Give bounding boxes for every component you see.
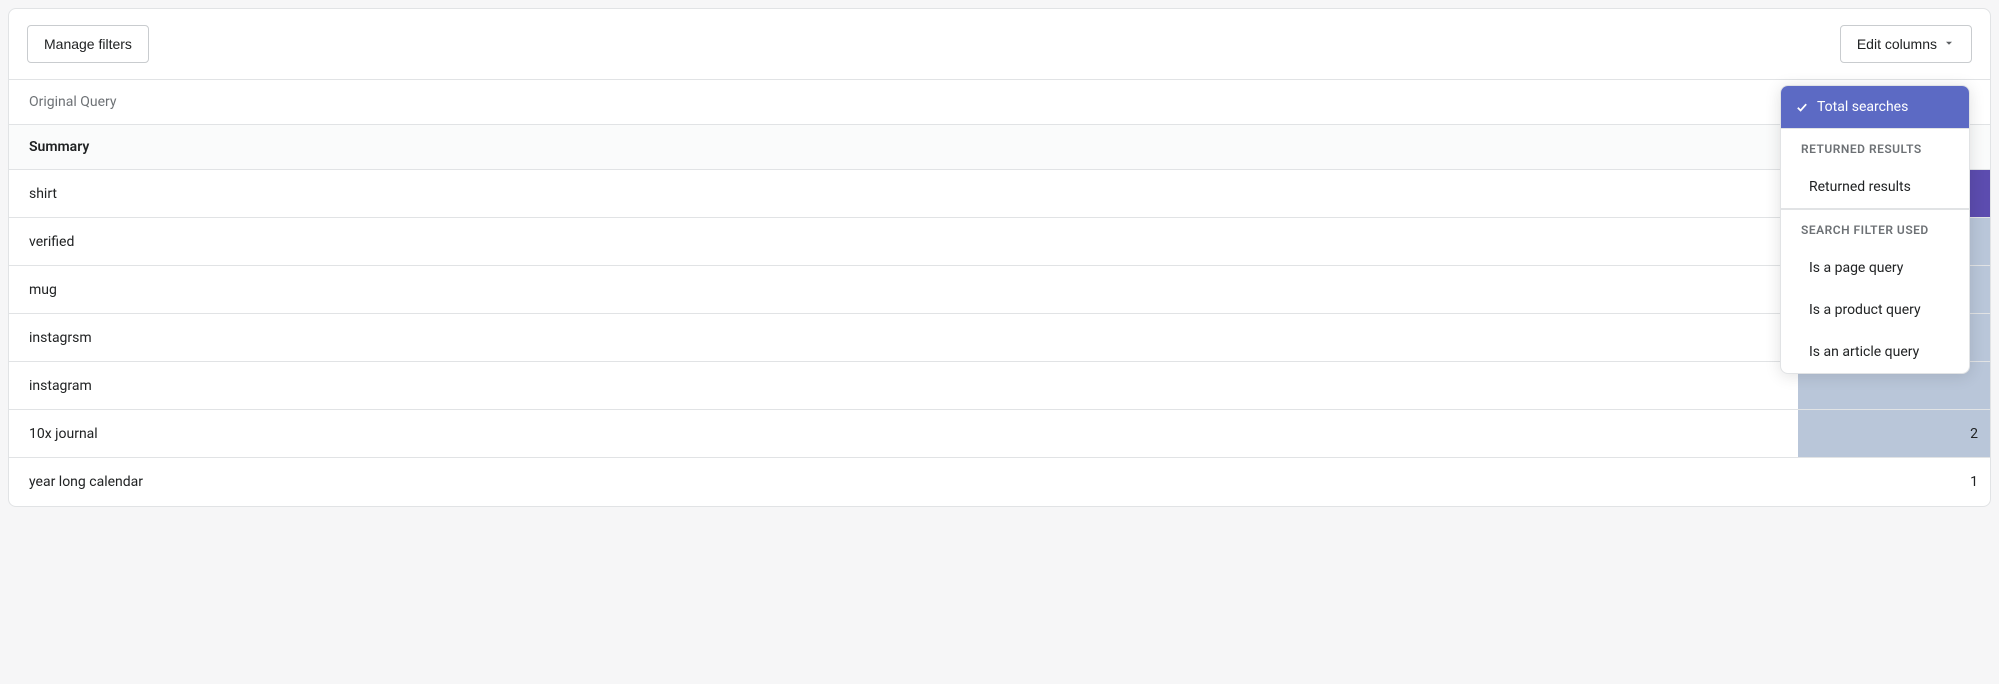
report-container: Manage filters Edit columns Original Que… [8,8,1991,507]
table-row[interactable]: instagrsm [9,314,1990,362]
value-cell: 2 [1798,410,1990,457]
dropdown-item-returned-results[interactable]: Returned results [1781,166,1969,209]
dropdown-item-is-page-query[interactable]: Is a page query [1781,247,1969,289]
table-row[interactable]: instagram [9,362,1990,410]
query-cell: year long calendar [9,458,1798,506]
query-cell: 10x journal [9,410,1798,457]
table-row[interactable]: shirt [9,170,1990,218]
query-cell: mug [9,266,1798,313]
value-cell: 1 [1798,458,1990,506]
query-text: verified [29,234,74,250]
manage-filters-label: Manage filters [44,36,132,52]
caret-down-icon [1943,36,1955,52]
dropdown-item-label: Is a page query [1809,260,1903,276]
dropdown-item-is-article-query[interactable]: Is an article query [1781,331,1969,373]
table-row[interactable]: year long calendar 1 [9,458,1990,506]
dropdown-item-total-searches[interactable]: Total searches [1781,86,1969,128]
query-text: shirt [29,186,57,202]
dropdown-section-header-search-filter-used: SEARCH FILTER USED [1781,209,1969,247]
edit-columns-dropdown: Total searches RETURNED RESULTS Returned… [1780,85,1970,374]
check-icon [1795,100,1809,114]
edit-columns-label: Edit columns [1857,36,1937,52]
table-row[interactable]: mug [9,266,1990,314]
table-row[interactable]: verified [9,218,1990,266]
query-text: year long calendar [29,474,143,490]
value-text: 2 [1970,426,1978,442]
edit-columns-button[interactable]: Edit columns [1840,25,1972,63]
table-row[interactable]: 10x journal 2 [9,410,1990,458]
manage-filters-button[interactable]: Manage filters [27,25,149,63]
column-header-original-query: Original Query [29,94,117,110]
summary-row: Summary [9,125,1990,170]
summary-label: Summary [29,139,89,155]
toolbar: Manage filters Edit columns [9,9,1990,80]
query-cell: instagrsm [9,314,1798,361]
dropdown-item-label: Is an article query [1809,344,1919,360]
dropdown-item-label: Returned results [1809,179,1911,195]
query-cell: verified [9,218,1798,265]
table-header-row: Original Query [9,80,1990,125]
dropdown-item-label: Is a product query [1809,302,1921,318]
query-text: 10x journal [29,426,98,442]
dropdown-item-label: Total searches [1817,99,1908,115]
dropdown-section-header-returned-results: RETURNED RESULTS [1781,128,1969,166]
value-text: 1 [1970,474,1978,490]
query-cell: instagram [9,362,1798,409]
query-text: instagram [29,378,92,394]
dropdown-item-is-product-query[interactable]: Is a product query [1781,289,1969,331]
query-cell: shirt [9,170,1798,217]
query-text: mug [29,282,57,298]
table-wrapper: Original Query Summary shirt verified mu… [9,80,1990,506]
query-text: instagrsm [29,330,92,346]
